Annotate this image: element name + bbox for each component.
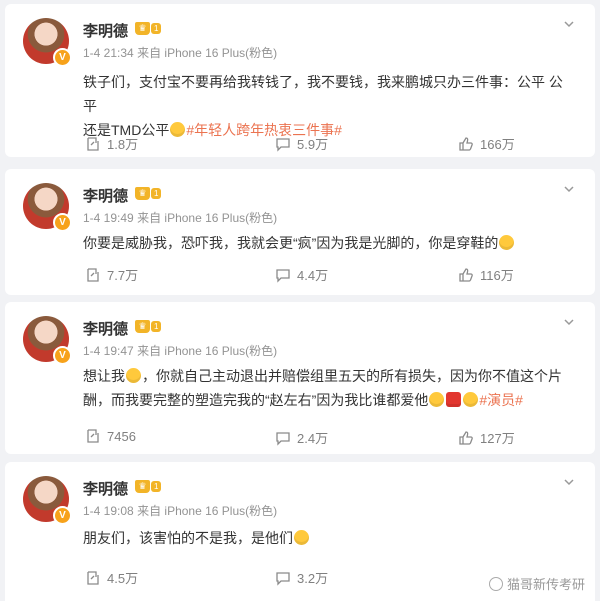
post-card: V 李明德 ♛ 1 1-4 19:47 来自 iPhone 16 Plus(粉色)… bbox=[5, 302, 595, 454]
comment-count: 5.9万 bbox=[297, 137, 329, 152]
watermark-logo-icon bbox=[488, 576, 503, 591]
comment-icon bbox=[276, 431, 290, 446]
username[interactable]: 李明德 bbox=[83, 318, 128, 339]
laugh-emoji-icon bbox=[463, 392, 479, 407]
watermark-text: 猫哥新传考研 bbox=[506, 577, 585, 592]
comment-count: 2.4万 bbox=[297, 431, 329, 446]
post-text: ，你就自己主动退出并赔偿组里五天的所有损失，因为你不值这个片 bbox=[142, 368, 562, 384]
post-text: 酬，而我要完整的塑造完我的“赵左右”因为我比谁都爱他 bbox=[83, 392, 429, 408]
comment-icon bbox=[276, 137, 290, 152]
repost-icon bbox=[87, 136, 99, 151]
repost-button[interactable]: 4.5万 bbox=[85, 568, 138, 587]
avatar[interactable]: V bbox=[23, 18, 72, 67]
hashtag-link[interactable]: #演员# bbox=[479, 392, 523, 408]
crown-icon: ♛ 1 bbox=[135, 187, 162, 200]
post-card: V 李明德 ♛ 1 1-4 19:08 来自 iPhone 16 Plus(粉色)… bbox=[5, 462, 595, 601]
post-content: 朋友们，该害怕的不是我，是他们 bbox=[83, 526, 565, 550]
weibo-feed: V 李明德 ♛ 1 1-4 21:34 来自 iPhone 16 Plus(粉色)… bbox=[0, 0, 600, 601]
username[interactable]: 李明德 bbox=[83, 185, 128, 206]
comment-button[interactable]: 4.4万 bbox=[275, 265, 328, 284]
comment-button[interactable]: 2.4万 bbox=[275, 428, 328, 447]
avatar[interactable]: V bbox=[23, 476, 72, 525]
like-count: 127万 bbox=[480, 431, 515, 446]
comment-icon bbox=[276, 268, 290, 283]
post-text: 朋友们，该害怕的不是我，是他们 bbox=[83, 530, 293, 546]
post-content: 铁子们，支付宝不要再给我转钱了，我不要钱，我来鹏城只办三件事：公平 公平 还是T… bbox=[83, 70, 565, 142]
post-meta: 1-4 19:47 来自 iPhone 16 Plus(粉色) bbox=[83, 342, 277, 359]
like-button[interactable]: 166万 bbox=[458, 134, 515, 153]
post-card: V 李明德 ♛ 1 1-4 21:34 来自 iPhone 16 Plus(粉色)… bbox=[5, 4, 595, 157]
post-text: 你要是威胁我，恐吓我，我就会更“疯”因为我是光脚的，你是穿鞋的 bbox=[83, 235, 499, 251]
repost-icon bbox=[87, 267, 99, 282]
repost-icon bbox=[87, 570, 99, 585]
like-button[interactable]: 116万 bbox=[458, 265, 514, 284]
verified-icon: V bbox=[53, 506, 72, 525]
action-bar: 7.7万 4.4万 116万 bbox=[5, 265, 595, 285]
post-meta: 1-4 19:49 来自 iPhone 16 Plus(粉色) bbox=[83, 209, 277, 226]
avatar[interactable]: V bbox=[23, 183, 72, 232]
comment-count: 3.2万 bbox=[297, 571, 329, 586]
post-source: 来自 iPhone 16 Plus(粉色) bbox=[137, 504, 278, 518]
crown-icon: ♛ 1 bbox=[135, 22, 162, 35]
post-time[interactable]: 1-4 19:49 bbox=[83, 211, 134, 225]
like-button[interactable]: 127万 bbox=[458, 428, 515, 447]
smile-emoji-icon bbox=[294, 530, 309, 545]
repost-button[interactable]: 7.7万 bbox=[85, 265, 138, 284]
like-icon bbox=[459, 430, 473, 445]
gift-emoji-icon bbox=[446, 392, 462, 407]
laugh-emoji-icon bbox=[499, 235, 515, 250]
crown-icon: ♛ 1 bbox=[135, 320, 162, 333]
repost-button[interactable]: 7456 bbox=[85, 428, 136, 444]
username[interactable]: 李明德 bbox=[83, 20, 128, 41]
post-text: 铁子们，支付宝不要再给我转钱了，我不要钱，我来鹏城只办三件事：公平 公平 bbox=[83, 74, 563, 114]
comment-button[interactable]: 3.2万 bbox=[275, 568, 328, 587]
like-icon bbox=[459, 267, 473, 282]
verified-icon: V bbox=[53, 346, 72, 365]
chevron-down-icon[interactable] bbox=[563, 316, 575, 328]
username[interactable]: 李明德 bbox=[83, 478, 128, 499]
post-source: 来自 iPhone 16 Plus(粉色) bbox=[137, 46, 278, 60]
like-icon bbox=[459, 136, 473, 151]
post-meta: 1-4 19:08 来自 iPhone 16 Plus(粉色) bbox=[83, 502, 277, 519]
repost-count: 1.8万 bbox=[107, 137, 139, 152]
post-text: 想让我 bbox=[83, 368, 125, 384]
post-source: 来自 iPhone 16 Plus(粉色) bbox=[137, 344, 278, 358]
verified-icon: V bbox=[53, 213, 72, 232]
heart-eyes-emoji-icon bbox=[429, 392, 445, 407]
post-time[interactable]: 1-4 19:47 bbox=[83, 344, 134, 358]
post-content: 你要是威胁我，恐吓我，我就会更“疯”因为我是光脚的，你是穿鞋的 bbox=[83, 231, 565, 255]
post-time[interactable]: 1-4 21:34 bbox=[83, 46, 134, 60]
comment-icon bbox=[276, 571, 290, 586]
repost-icon bbox=[87, 429, 99, 443]
action-bar: 1.8万 5.9万 166万 bbox=[5, 134, 595, 154]
like-count: 166万 bbox=[480, 137, 515, 152]
post-card: V 李明德 ♛ 1 1-4 19:49 来自 iPhone 16 Plus(粉色)… bbox=[5, 169, 595, 295]
chevron-down-icon[interactable] bbox=[563, 476, 575, 488]
like-count: 116万 bbox=[480, 268, 514, 283]
crown-icon: ♛ 1 bbox=[135, 480, 162, 493]
repost-button[interactable]: 1.8万 bbox=[85, 134, 138, 153]
post-time[interactable]: 1-4 19:08 bbox=[83, 504, 134, 518]
post-meta: 1-4 21:34 来自 iPhone 16 Plus(粉色) bbox=[83, 44, 277, 61]
repost-count: 4.5万 bbox=[107, 571, 139, 586]
chevron-down-icon[interactable] bbox=[563, 18, 575, 30]
watermark: 猫哥新传考研 bbox=[488, 574, 585, 593]
comment-count: 4.4万 bbox=[297, 268, 329, 283]
comment-button[interactable]: 5.9万 bbox=[275, 134, 328, 153]
chevron-down-icon[interactable] bbox=[563, 183, 575, 195]
think-emoji-icon bbox=[126, 368, 141, 383]
repost-count: 7456 bbox=[107, 428, 136, 444]
action-bar: 7456 2.4万 127万 bbox=[5, 428, 595, 448]
avatar[interactable]: V bbox=[23, 316, 72, 365]
post-content: 想让我 ，你就自己主动退出并赔偿组里五天的所有损失，因为你不值这个片 酬，而我要完… bbox=[83, 364, 565, 412]
post-source: 来自 iPhone 16 Plus(粉色) bbox=[137, 211, 278, 225]
verified-icon: V bbox=[53, 48, 72, 67]
repost-count: 7.7万 bbox=[107, 268, 139, 283]
